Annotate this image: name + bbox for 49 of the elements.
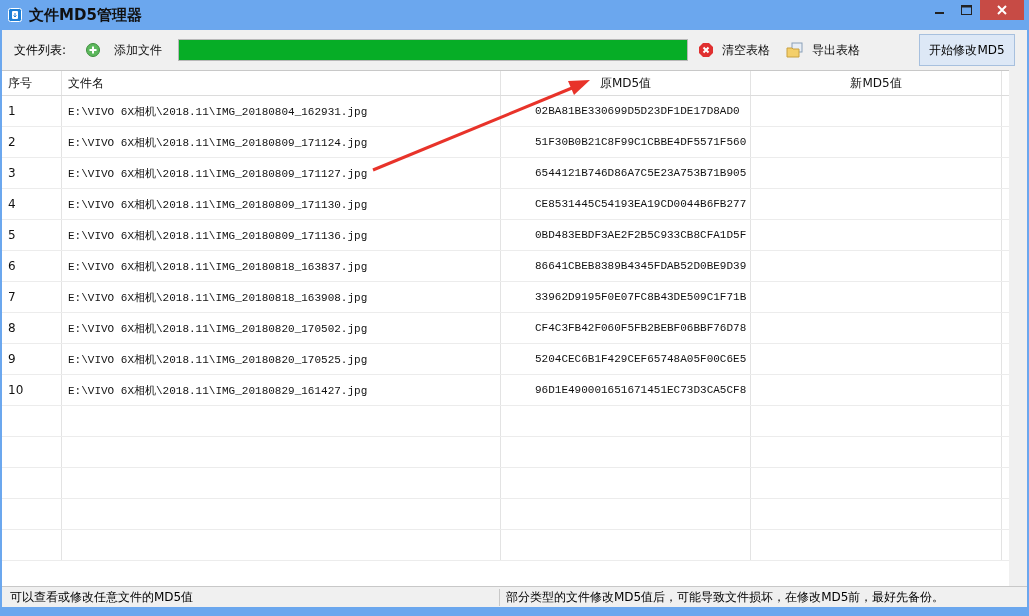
table-cell: 8 bbox=[2, 313, 62, 343]
table-cell: E:\VIVO 6X相机\2018.11\IMG_20180820_170525.jpg bbox=[62, 344, 501, 374]
table-cell: E:\VIVO 6X相机\2018.11\IMG_20180818_163908.jpg bbox=[62, 282, 501, 312]
table-cell: E:\VIVO 6X相机\2018.11\IMG_20180809_171136.jpg bbox=[62, 220, 501, 250]
table-cell: 2 bbox=[2, 127, 62, 157]
table-cell: E:\VIVO 6X相机\2018.11\IMG_20180809_171130.jpg bbox=[62, 189, 501, 219]
status-text: 可以查看或修改任意文件的MD5值 bbox=[2, 588, 500, 606]
close-button[interactable] bbox=[980, 0, 1024, 20]
table-cell: 86641CBEB8389B4345FDAB52D0BE9D39 bbox=[501, 251, 751, 281]
table-cell: 9 bbox=[2, 344, 62, 374]
clear-icon bbox=[698, 42, 715, 58]
table-cell: 10 bbox=[2, 375, 62, 405]
table-cell: 4 bbox=[2, 189, 62, 219]
table-cell: E:\VIVO 6X相机\2018.11\IMG_20180809_171127.jpg bbox=[62, 158, 501, 188]
app-icon bbox=[8, 8, 22, 22]
column-header: 文件名 bbox=[62, 71, 501, 95]
close-icon bbox=[997, 5, 1007, 15]
table-cell: E:\VIVO 6X相机\2018.11\IMG_20180804_162931.jpg bbox=[62, 96, 501, 126]
add-file-button[interactable]: 添加文件 bbox=[114, 41, 163, 59]
table-cell: 5 bbox=[2, 220, 62, 250]
window-title: 文件MD5管理器 bbox=[29, 5, 142, 25]
table-cell: CF4C3FB42F060F5FB2BEBF06BBF76D78 bbox=[501, 313, 751, 343]
table-cell: 33962D9195F0E07FC8B43DE509C1F71B bbox=[501, 282, 751, 312]
table-cell: 3 bbox=[2, 158, 62, 188]
minimize-icon bbox=[935, 12, 944, 14]
status-warning: 部分类型的文件修改MD5值后，可能导致文件损坏，在修改MD5前，最好先备份。 bbox=[505, 588, 945, 606]
table-cell: 51F30B0B21C8F99C1CBBE4DF5571F560 bbox=[501, 127, 751, 157]
table-cell: E:\VIVO 6X相机\2018.11\IMG_20180809_171124.jpg bbox=[62, 127, 501, 157]
add-icon bbox=[86, 43, 101, 57]
table-cell: 02BA81BE330699D5D23DF1DE17D8AD0 bbox=[501, 96, 751, 126]
column-header: 序号 bbox=[2, 71, 62, 95]
table-cell: 1 bbox=[2, 96, 62, 126]
table-cell: 6 bbox=[2, 251, 62, 281]
column-header: 新MD5值 bbox=[751, 71, 1002, 95]
table-cell: E:\VIVO 6X相机\2018.11\IMG_20180818_163837.jpg bbox=[62, 251, 501, 281]
table-cell: E:\VIVO 6X相机\2018.11\IMG_20180829_161427.jpg bbox=[62, 375, 501, 405]
table-cell: 7 bbox=[2, 282, 62, 312]
file-list-label: 文件列表: bbox=[14, 41, 67, 59]
table-cell: E:\VIVO 6X相机\2018.11\IMG_20180820_170502.jpg bbox=[62, 313, 501, 343]
maximize-icon bbox=[961, 5, 972, 15]
clear-table-button[interactable]: 清空表格 bbox=[722, 41, 771, 59]
table-cell: 96D1E490001651671451EC73D3CA5CF8 bbox=[501, 375, 751, 405]
table-cell: 5204CEC6B1F429CEF65748A05F00C6E5 bbox=[501, 344, 751, 374]
export-table-button[interactable]: 导出表格 bbox=[812, 41, 861, 59]
table-cell: CE8531445C54193EA19CD0044B6FB277 bbox=[501, 189, 751, 219]
start-modify-button[interactable]: 开始修改MD5 bbox=[919, 34, 1015, 66]
table-cell: 0BD483EBDF3AE2F2B5C933CB8CFA1D5F bbox=[501, 220, 751, 250]
folder-icon bbox=[786, 42, 805, 58]
table-cell: 6544121B746D86A7C5E23A753B71B905 bbox=[501, 158, 751, 188]
